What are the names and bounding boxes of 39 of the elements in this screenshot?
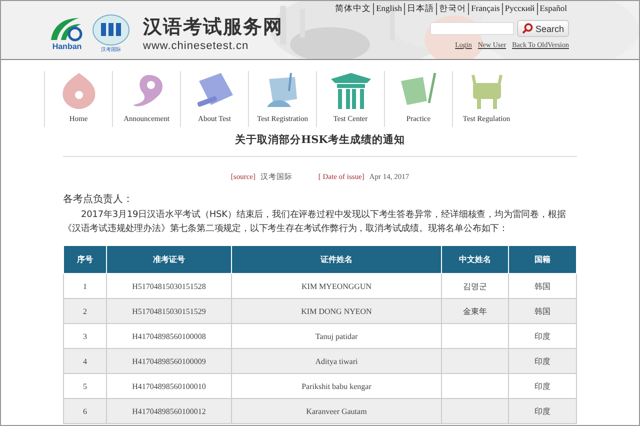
table-cell bbox=[442, 398, 508, 424]
table-cell: Karanveer Gautam bbox=[232, 398, 442, 424]
table-cell: H41704898560100009 bbox=[106, 348, 232, 374]
column-header: 序号 bbox=[64, 246, 106, 274]
column-header: 证件姓名 bbox=[232, 246, 442, 274]
swoosh-logo-icon bbox=[49, 16, 85, 42]
table-cell: 金東年 bbox=[442, 298, 508, 324]
table-cell: 印度 bbox=[508, 348, 576, 374]
gate-icon bbox=[328, 71, 372, 111]
table-cell bbox=[442, 348, 508, 374]
site-title: 汉语考试服务网 bbox=[143, 15, 283, 40]
column-header: 准考证号 bbox=[106, 246, 232, 274]
language-link[interactable]: English bbox=[373, 3, 404, 15]
column-header: 国籍 bbox=[508, 246, 576, 274]
column-header: 中文姓名 bbox=[442, 246, 508, 274]
table-cell: 4 bbox=[64, 348, 106, 374]
search-icon bbox=[522, 23, 534, 34]
search-field[interactable] bbox=[430, 22, 514, 35]
language-link[interactable]: Français bbox=[468, 3, 502, 15]
language-link[interactable]: 简体中文 bbox=[333, 3, 374, 15]
language-link[interactable]: 한국어 bbox=[436, 3, 468, 15]
table-cell: H51704815030151529 bbox=[106, 298, 232, 324]
logo-text: Hanban bbox=[52, 42, 82, 50]
language-link[interactable]: Русский bbox=[502, 3, 537, 15]
salutation: 各考点负责人： bbox=[63, 192, 134, 206]
table-cell: KIM DONG NYEON bbox=[232, 298, 442, 324]
table-cell: 6 bbox=[64, 398, 106, 424]
language-link[interactable]: 日本語 bbox=[404, 3, 436, 15]
paragraph: 2017年3月19日汉语水平考试（HSK）结束后，我们在评卷过程中发现以下考生答卷异常，经详细核查，均为雷同卷，根据《汉语考试违规处理办法》第七条第二项规定，以下考生存在考试作弊行为，取消考试成绩。现将名单公布如下： bbox=[63, 208, 567, 236]
table-cell: 2 bbox=[64, 298, 106, 324]
emblem-icon bbox=[91, 14, 131, 46]
article-title: 关于取消部分HSK考生成绩的通知 bbox=[63, 133, 577, 157]
language-link[interactable]: Español bbox=[536, 3, 569, 15]
search-button[interactable]: Search bbox=[517, 20, 569, 37]
table-cell: H41704898560100012 bbox=[106, 398, 232, 424]
table-cell: 印度 bbox=[508, 398, 576, 424]
site-url: www.chinesetest.cn bbox=[143, 40, 250, 52]
table-cell: 韩国 bbox=[508, 298, 576, 324]
table-cell: Aditya tiwari bbox=[232, 348, 442, 374]
